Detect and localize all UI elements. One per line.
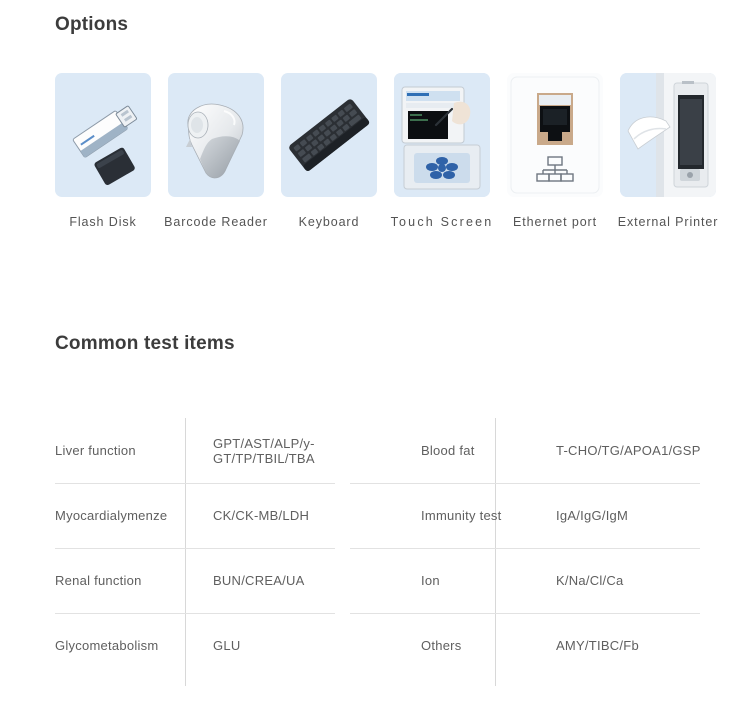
test-items-value: AMY/TIBC/Fb [556, 638, 639, 653]
test-category-label: Immunity test [421, 508, 502, 523]
option-card-flash-disk[interactable]: Flash Disk [55, 73, 151, 232]
touch-screen-icon [394, 73, 490, 197]
test-items-value: GPT/AST/ALP/y-GT/TP/TBIL/TBA [213, 435, 315, 466]
option-card-keyboard[interactable]: Keyboard [281, 73, 377, 232]
option-thumbnail[interactable] [281, 73, 377, 197]
option-label: Flash Disk [69, 215, 137, 229]
option-thumbnail[interactable] [620, 73, 716, 197]
options-gallery: Flash Disk Barcode Reader Keyboard Touch… [55, 73, 717, 232]
option-thumbnail[interactable] [507, 73, 603, 197]
option-thumbnail[interactable] [168, 73, 264, 197]
test-items-value: CK/CK-MB/LDH [213, 508, 310, 523]
option-thumbnail[interactable] [394, 73, 490, 197]
test-items-value: GLU [213, 638, 241, 653]
option-label: External Printer [617, 215, 719, 229]
table-row: Liver function GPT/AST/ALP/y-GT/TP/TBIL/… [55, 418, 750, 483]
page-title-options: Options [55, 14, 129, 35]
table-row: Renal function BUN/CREA/UA Ion K/Na/Cl/C… [55, 548, 750, 613]
table-row: Myocardialymenze CK/CK-MB/LDH Immunity t… [55, 483, 750, 548]
common-test-items-table: Liver function GPT/AST/ALP/y-GT/TP/TBIL/… [55, 418, 750, 678]
test-category-label: Blood fat [421, 443, 475, 458]
option-thumbnail[interactable] [55, 73, 151, 197]
test-category-label: Liver function [55, 443, 136, 458]
test-items-value: BUN/CREA/UA [213, 573, 305, 588]
page-title-common-test-items: Common test items [55, 333, 235, 354]
option-card-external-printer[interactable]: External Printer [618, 73, 717, 232]
test-category-label: Others [421, 638, 462, 653]
printer-icon [620, 73, 716, 197]
option-label: Touch Screen [390, 215, 494, 229]
test-category-label: Ion [421, 573, 440, 588]
keyboard-icon [289, 99, 370, 172]
option-label: Ethernet port [513, 215, 597, 229]
table-row: Glycometabolism GLU Others AMY/TIBC/Fb [55, 613, 750, 678]
option-label: Barcode Reader [164, 215, 268, 229]
option-card-touch-screen[interactable]: Touch Screen [391, 73, 491, 232]
test-category-label: Renal function [55, 573, 142, 588]
option-label: Keyboard [298, 215, 360, 229]
barcode-scanner-icon [186, 103, 244, 179]
test-items-value: T-CHO/TG/APOA1/GSP [556, 443, 701, 458]
test-items-value: K/Na/Cl/Ca [556, 573, 624, 588]
test-category-label: Myocardialymenze [55, 508, 168, 523]
test-items-value: IgA/IgG/IgM [556, 508, 629, 523]
test-category-label: Glycometabolism [55, 638, 159, 653]
option-card-ethernet-port[interactable]: Ethernet port [507, 73, 603, 232]
usb-flash-drive-icon [72, 105, 137, 186]
option-card-barcode-reader[interactable]: Barcode Reader [164, 73, 267, 232]
ethernet-port-icon [510, 76, 600, 194]
